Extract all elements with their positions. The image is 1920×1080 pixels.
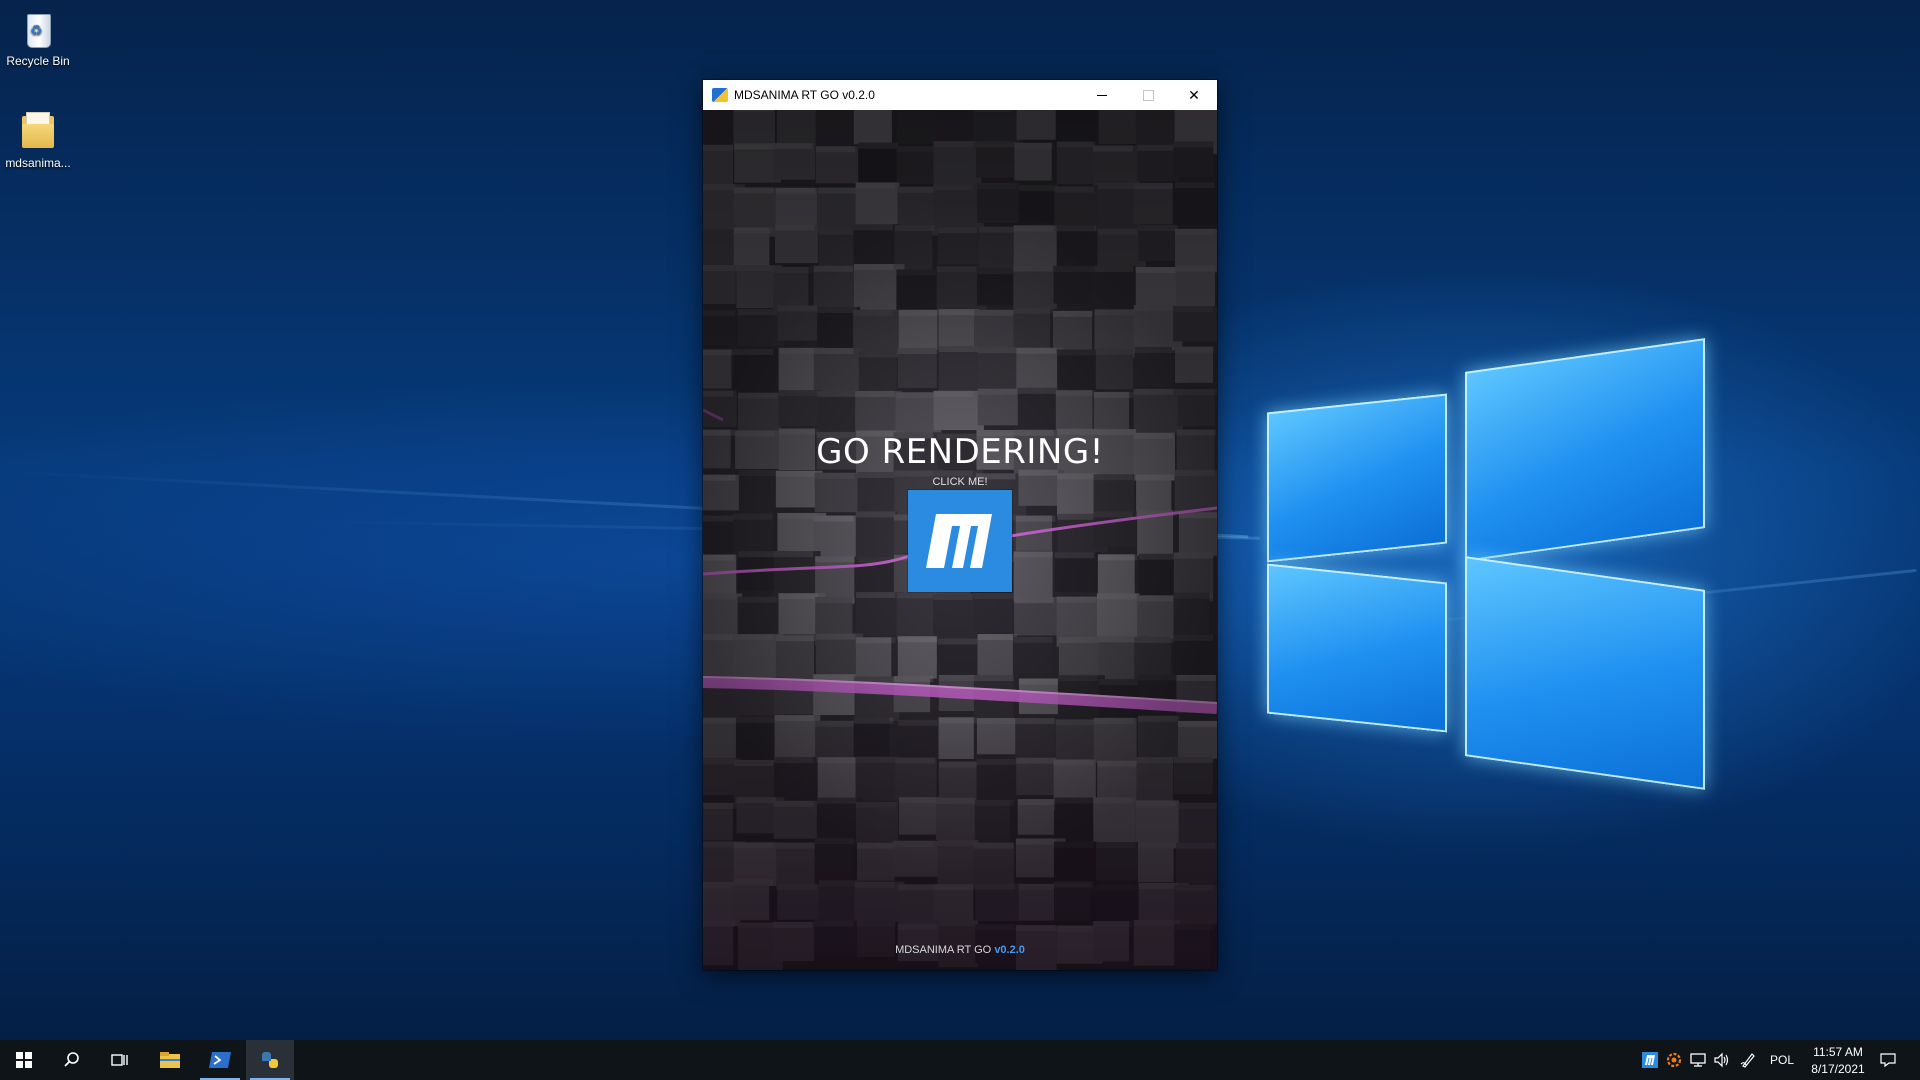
footer-app-name: MDSANIMA RT GO	[895, 944, 995, 956]
taskbar: POL 11:57 AM 8/17/2021	[0, 1040, 1920, 1080]
desktop-icon-label: Recycle Bin	[6, 54, 70, 68]
notification-icon[interactable]	[1880, 1052, 1896, 1068]
recycle-bin-icon: ♻	[16, 6, 60, 50]
powershell-button[interactable]	[196, 1040, 244, 1080]
settings-tray-icon[interactable]	[1666, 1052, 1682, 1068]
click-me-hint: CLICK ME!	[932, 476, 988, 488]
task-view-button[interactable]	[96, 1040, 144, 1080]
task-view-icon	[111, 1054, 128, 1066]
mdsanima-logo-icon	[926, 514, 992, 568]
file-explorer-button[interactable]	[146, 1040, 194, 1080]
close-button[interactable]: ✕	[1171, 80, 1217, 110]
clock-date[interactable]: 8/17/2021	[1806, 1062, 1870, 1076]
app-content: GO RENDERING! CLICK ME! MDSANIMA RT GO v…	[703, 110, 1217, 970]
minimize-button[interactable]	[1079, 80, 1125, 110]
maximize-icon	[1142, 89, 1154, 101]
start-icon	[16, 1052, 32, 1068]
network-icon[interactable]	[1690, 1052, 1706, 1068]
minimize-icon	[1097, 94, 1107, 96]
python-app-button[interactable]	[246, 1040, 294, 1080]
window-title: MDSANIMA RT GO v0.2.0	[734, 88, 875, 102]
pen-icon[interactable]	[1740, 1052, 1756, 1068]
desktop-icon-recycle-bin[interactable]: ♻ Recycle Bin	[0, 6, 78, 68]
start-button[interactable]	[0, 1040, 48, 1080]
python-icon	[262, 1052, 278, 1068]
search-icon	[64, 1052, 79, 1067]
close-icon: ✕	[1188, 86, 1200, 103]
window-titlebar[interactable]: MDSANIMA RT GO v0.2.0 ✕	[703, 80, 1217, 110]
search-button[interactable]	[48, 1040, 96, 1080]
input-language[interactable]: POL	[1770, 1053, 1794, 1067]
mdsanima-tray-icon[interactable]	[1642, 1052, 1658, 1068]
footer-version: v0.2.0	[994, 944, 1025, 956]
desktop-icon-label: mdsanima...	[5, 156, 71, 170]
app-title-icon	[712, 88, 728, 102]
render-logo-button[interactable]	[908, 490, 1012, 592]
desktop-icon-folder[interactable]: mdsanima...	[0, 108, 78, 170]
maximize-button[interactable]	[1125, 80, 1171, 110]
windows-logo	[1255, 338, 1715, 790]
powershell-icon	[209, 1052, 231, 1068]
folder-icon	[16, 108, 60, 152]
file-explorer-icon	[160, 1052, 180, 1068]
clock-time[interactable]: 11:57 AM	[1806, 1045, 1870, 1059]
app-window: MDSANIMA RT GO v0.2.0 ✕ GO RENDERING! CL…	[703, 80, 1217, 970]
volume-icon[interactable]	[1714, 1052, 1730, 1068]
app-footer: MDSANIMA RT GO v0.2.0	[703, 944, 1217, 956]
go-rendering-heading: GO RENDERING!	[816, 432, 1104, 472]
